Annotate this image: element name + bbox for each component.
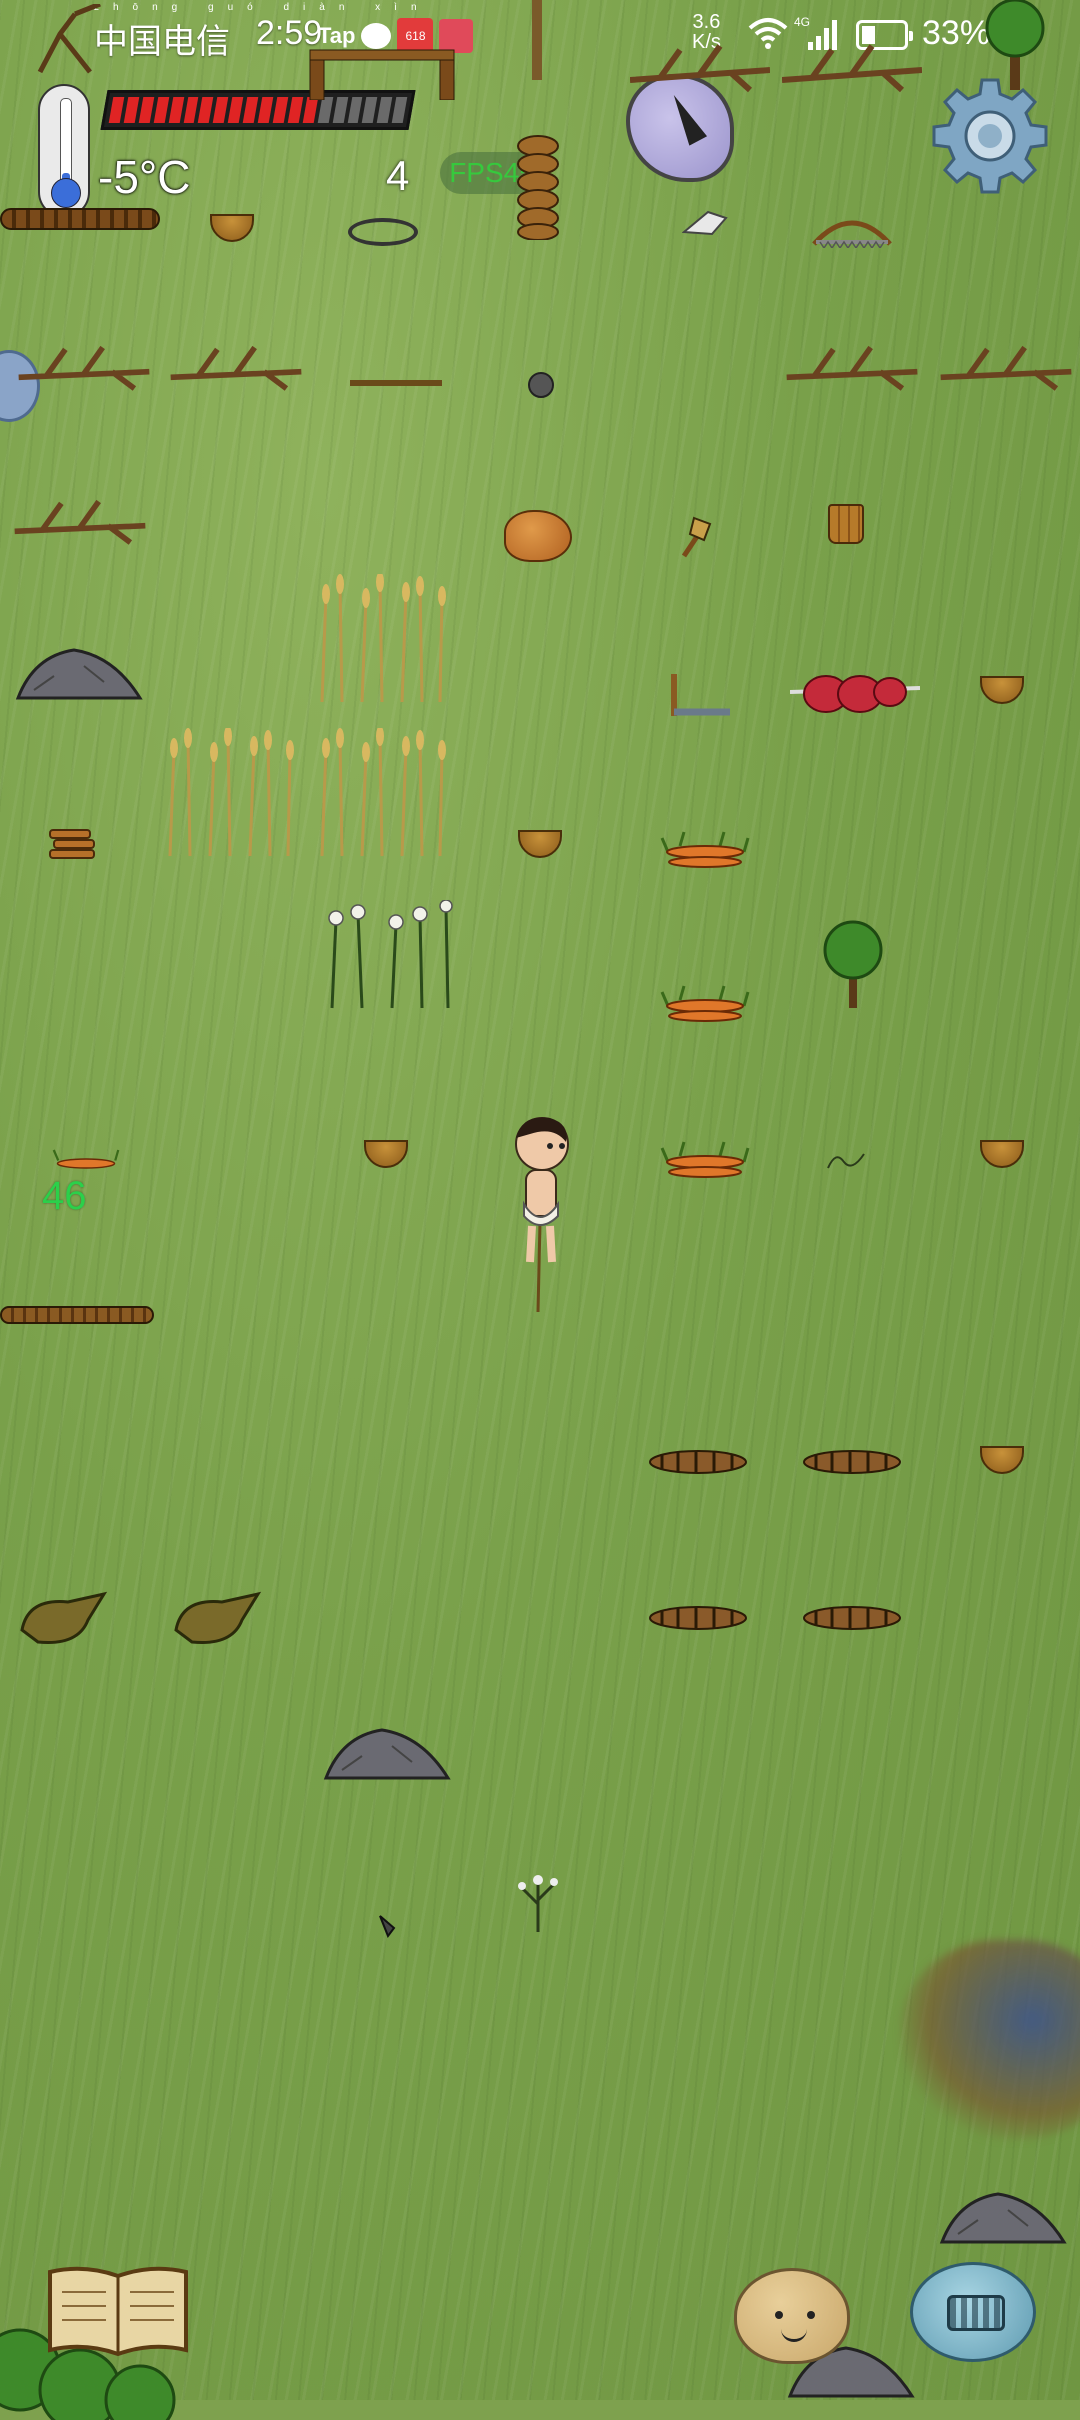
keyboard-icon [947, 2295, 1005, 2331]
flint-adze[interactable] [680, 514, 714, 558]
shaft[interactable] [350, 380, 442, 386]
dead-branch[interactable] [10, 494, 150, 550]
big-rock[interactable] [322, 1726, 452, 1780]
pond[interactable] [900, 1940, 1080, 2140]
basket-stack[interactable] [516, 134, 560, 241]
keyboard-button[interactable] [910, 2262, 1036, 2362]
bow-saw[interactable] [810, 208, 894, 250]
big-rock[interactable] [14, 646, 144, 700]
maple-tree[interactable] [980, 0, 1050, 90]
sharp-stone[interactable] [376, 1914, 398, 1939]
gear-icon[interactable] [930, 76, 1050, 196]
dead-tree[interactable] [30, 1, 120, 74]
thermometer-bulb [51, 178, 81, 208]
stake[interactable] [532, 0, 542, 80]
seedling[interactable] [516, 1864, 560, 1934]
food-pip-empty [362, 97, 378, 123]
carrot-row[interactable] [660, 984, 750, 1024]
log[interactable] [0, 208, 160, 230]
wheat-plants[interactable] [312, 572, 452, 704]
skewered-mutton[interactable] [789, 664, 921, 718]
food-pip-empty [391, 97, 408, 123]
network-speed-value: 3.6 [692, 11, 721, 33]
food-pip-filled [123, 97, 140, 123]
fence-post[interactable] [300, 30, 466, 101]
dead-branch[interactable] [14, 340, 154, 396]
food-pip-filled [242, 97, 259, 123]
kindling[interactable] [48, 824, 98, 864]
big-rock[interactable] [938, 2190, 1068, 2244]
flint-chip[interactable] [681, 210, 728, 236]
dead-branch[interactable] [936, 340, 1076, 396]
sack[interactable] [172, 1590, 262, 1646]
food-pip-filled [272, 97, 289, 123]
food-pip-filled [302, 97, 318, 123]
rope-coil[interactable] [348, 218, 418, 246]
long-log[interactable] [0, 1306, 154, 1324]
milkweed-flowers[interactable] [312, 899, 462, 1010]
food-pip-empty [332, 97, 348, 123]
temperature-readout: -5°C [98, 151, 191, 203]
dead-branch[interactable] [782, 340, 922, 396]
round-stone[interactable] [528, 372, 554, 398]
food-pip-filled [287, 97, 304, 123]
food-pip-filled [213, 97, 229, 123]
food-pip-filled [198, 97, 214, 123]
snake-trail[interactable] [826, 1148, 866, 1172]
food-pip-empty [347, 97, 363, 123]
food-pip-filled [168, 97, 184, 123]
food-pip-empty [377, 97, 393, 123]
burdock[interactable] [648, 1604, 748, 1632]
burdock[interactable] [802, 1448, 902, 1476]
wooden-bucket[interactable] [828, 504, 864, 544]
dead-branch[interactable] [629, 40, 771, 100]
carrot-row[interactable] [660, 1140, 750, 1180]
food-pip-empty [317, 97, 333, 123]
emote-left-eye [775, 2311, 783, 2319]
network-type: 4G [794, 15, 810, 29]
burdock[interactable] [802, 1604, 902, 1632]
player-child[interactable] [500, 1112, 580, 1313]
carrot-row[interactable] [44, 1144, 128, 1174]
food-pip-filled [183, 97, 199, 123]
emote-mouth [781, 2327, 807, 2342]
clay[interactable] [504, 510, 572, 562]
dead-branch[interactable] [166, 340, 306, 396]
dead-branch[interactable] [781, 40, 923, 100]
food-pip-filled [257, 97, 274, 123]
food-pip-filled [138, 97, 155, 123]
carrot-row[interactable] [660, 830, 750, 870]
thermometer-icon [38, 84, 90, 218]
yum-bonus-count: 4 [386, 152, 410, 199]
wheat-plants[interactable] [312, 726, 452, 858]
burdock[interactable] [648, 1448, 748, 1476]
food-pip-filled [227, 97, 244, 123]
book-icon[interactable] [44, 2262, 192, 2358]
gooseberry-bush[interactable] [818, 918, 888, 1008]
wheat-plants[interactable] [160, 726, 300, 858]
emote-right-eye [807, 2311, 815, 2319]
food-pip-filled [153, 97, 169, 123]
food-pip-filled [108, 97, 125, 123]
carrier-pinyin: zhōng guó diàn xìn [94, 2, 431, 13]
player-age-number: 46 [42, 1174, 87, 1218]
emote-face-icon[interactable] [734, 2268, 850, 2364]
froe[interactable] [668, 672, 732, 722]
sack[interactable] [18, 1590, 108, 1646]
